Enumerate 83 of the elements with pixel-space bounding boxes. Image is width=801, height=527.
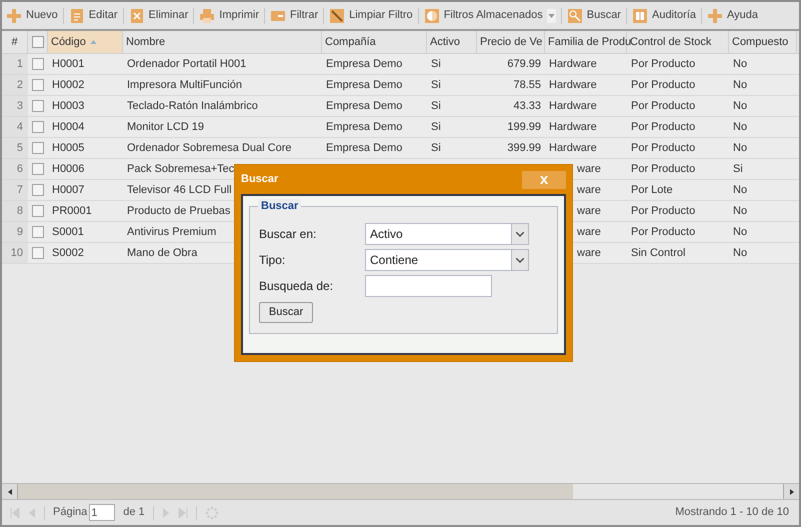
table-cell-text: ware [577,204,601,219]
field-label: Buscar en: [259,226,318,243]
table-cell-text: H0002 [52,78,84,93]
table-cell-text: Hardware [549,98,597,114]
table-cell-text: Por Lote [631,182,673,198]
table-cell-text: No [733,120,748,135]
paging-status: Mostrando 1 - 10 de 10 [675,505,789,520]
row-number: 6 [16,162,23,177]
table-cell-text: H0003 [52,98,84,114]
table-cell-text: Si [431,140,441,156]
row-number: 1 [16,56,23,72]
table-cell-text: 679.99 [507,56,541,72]
field-label: Busqueda de: [259,278,334,295]
row-number: 4 [16,120,23,135]
table-cell-text: Antivirus Premium [127,224,216,240]
table-cell-text: Empresa Demo [326,120,402,135]
table-cell-text: ware [577,246,601,261]
row-number: 9 [16,224,23,240]
table-cell-text: Hardware [549,78,597,93]
table-cell-text: Si [431,56,441,72]
row-number: 2 [16,78,23,93]
table-cell-text: Si [733,162,743,177]
table-cell-text: Pack Sobremesa+Tec [127,162,234,177]
table-cell-text: H0004 [52,120,84,135]
table-cell-text: Televisor 46 LCD Full [127,182,232,198]
table-cell-text: 78.55 [513,78,541,93]
table-cell-text: Si [431,120,441,135]
page-count: de 1 [123,505,145,520]
row-number: 3 [16,98,23,114]
page-label: Página [53,505,88,520]
table-cell-text: Producto de Pruebas [127,204,230,219]
table-cell-text: H0005 [52,140,84,156]
table-cell-text: Si [431,78,441,93]
table-cell-text: ware [577,182,601,198]
table-cell-text: No [733,246,748,261]
table-cell-text: Hardware [549,120,597,135]
table-cell-text: No [733,224,748,240]
table-cell-text: Impresora MultiFunción [127,78,242,93]
table-cell-text: No [733,204,748,219]
table-cell-text: No [733,182,748,198]
table-cell-text: Empresa Demo [326,78,402,93]
field-label: Tipo: [259,252,286,269]
table-cell-text: Por Producto [631,98,696,114]
table-cell-text: 399.99 [507,140,541,156]
table-cell-text: Por Producto [631,140,696,156]
table-cell-text: H0006 [52,162,84,177]
table-cell-text: Hardware [549,140,597,156]
table-cell-text: No [733,140,748,156]
table-cell-text: Por Producto [631,56,696,72]
table-cell-text: ware [577,162,601,177]
table-cell-text: Teclado-Ratón Inalámbrico [127,98,258,114]
table-cell-text: 43.33 [513,98,541,114]
row-number: 7 [16,182,23,198]
table-cell-text: S0002 [52,246,84,261]
table-cell-text: No [733,56,748,72]
table-cell-text: Empresa Demo [326,140,402,156]
table-cell-text: Ordenador Sobremesa Dual Core [127,140,292,156]
table-cell-text: ware [577,224,601,240]
table-cell-text: Por Producto [631,78,696,93]
table-cell-text: Ordenador Portatil H001 [127,56,246,72]
table-cell-text: Por Producto [631,224,696,240]
table-cell-text: Empresa Demo [326,56,402,72]
table-cell-text: H0001 [52,56,84,72]
table-cell-text: PR0001 [52,204,92,219]
table-cell-text: Sin Control [631,246,686,261]
table-cell-text: No [733,78,748,93]
table-cell-text: S0001 [52,224,84,240]
table-cell-text: Mano de Obra [127,246,198,261]
table-cell-text: No [733,98,748,114]
table-cell-text: Hardware [549,56,597,72]
row-number: 8 [16,204,23,219]
table-cell-text: Empresa Demo [326,98,402,114]
table-cell-text: Monitor LCD 19 [127,120,204,135]
table-cell-text: Si [431,98,441,114]
dialog-title: Buscar [241,172,278,188]
table-cell-text: 199.99 [507,120,541,135]
column-header: # [11,34,18,50]
table-cell-text: Por Producto [631,162,696,177]
row-number: 5 [16,140,23,156]
table-cell-text: Por Producto [631,204,696,219]
table-cell-text: Por Producto [631,120,696,135]
table-cell-text: H0007 [52,182,84,198]
row-number: 10 [10,246,23,261]
